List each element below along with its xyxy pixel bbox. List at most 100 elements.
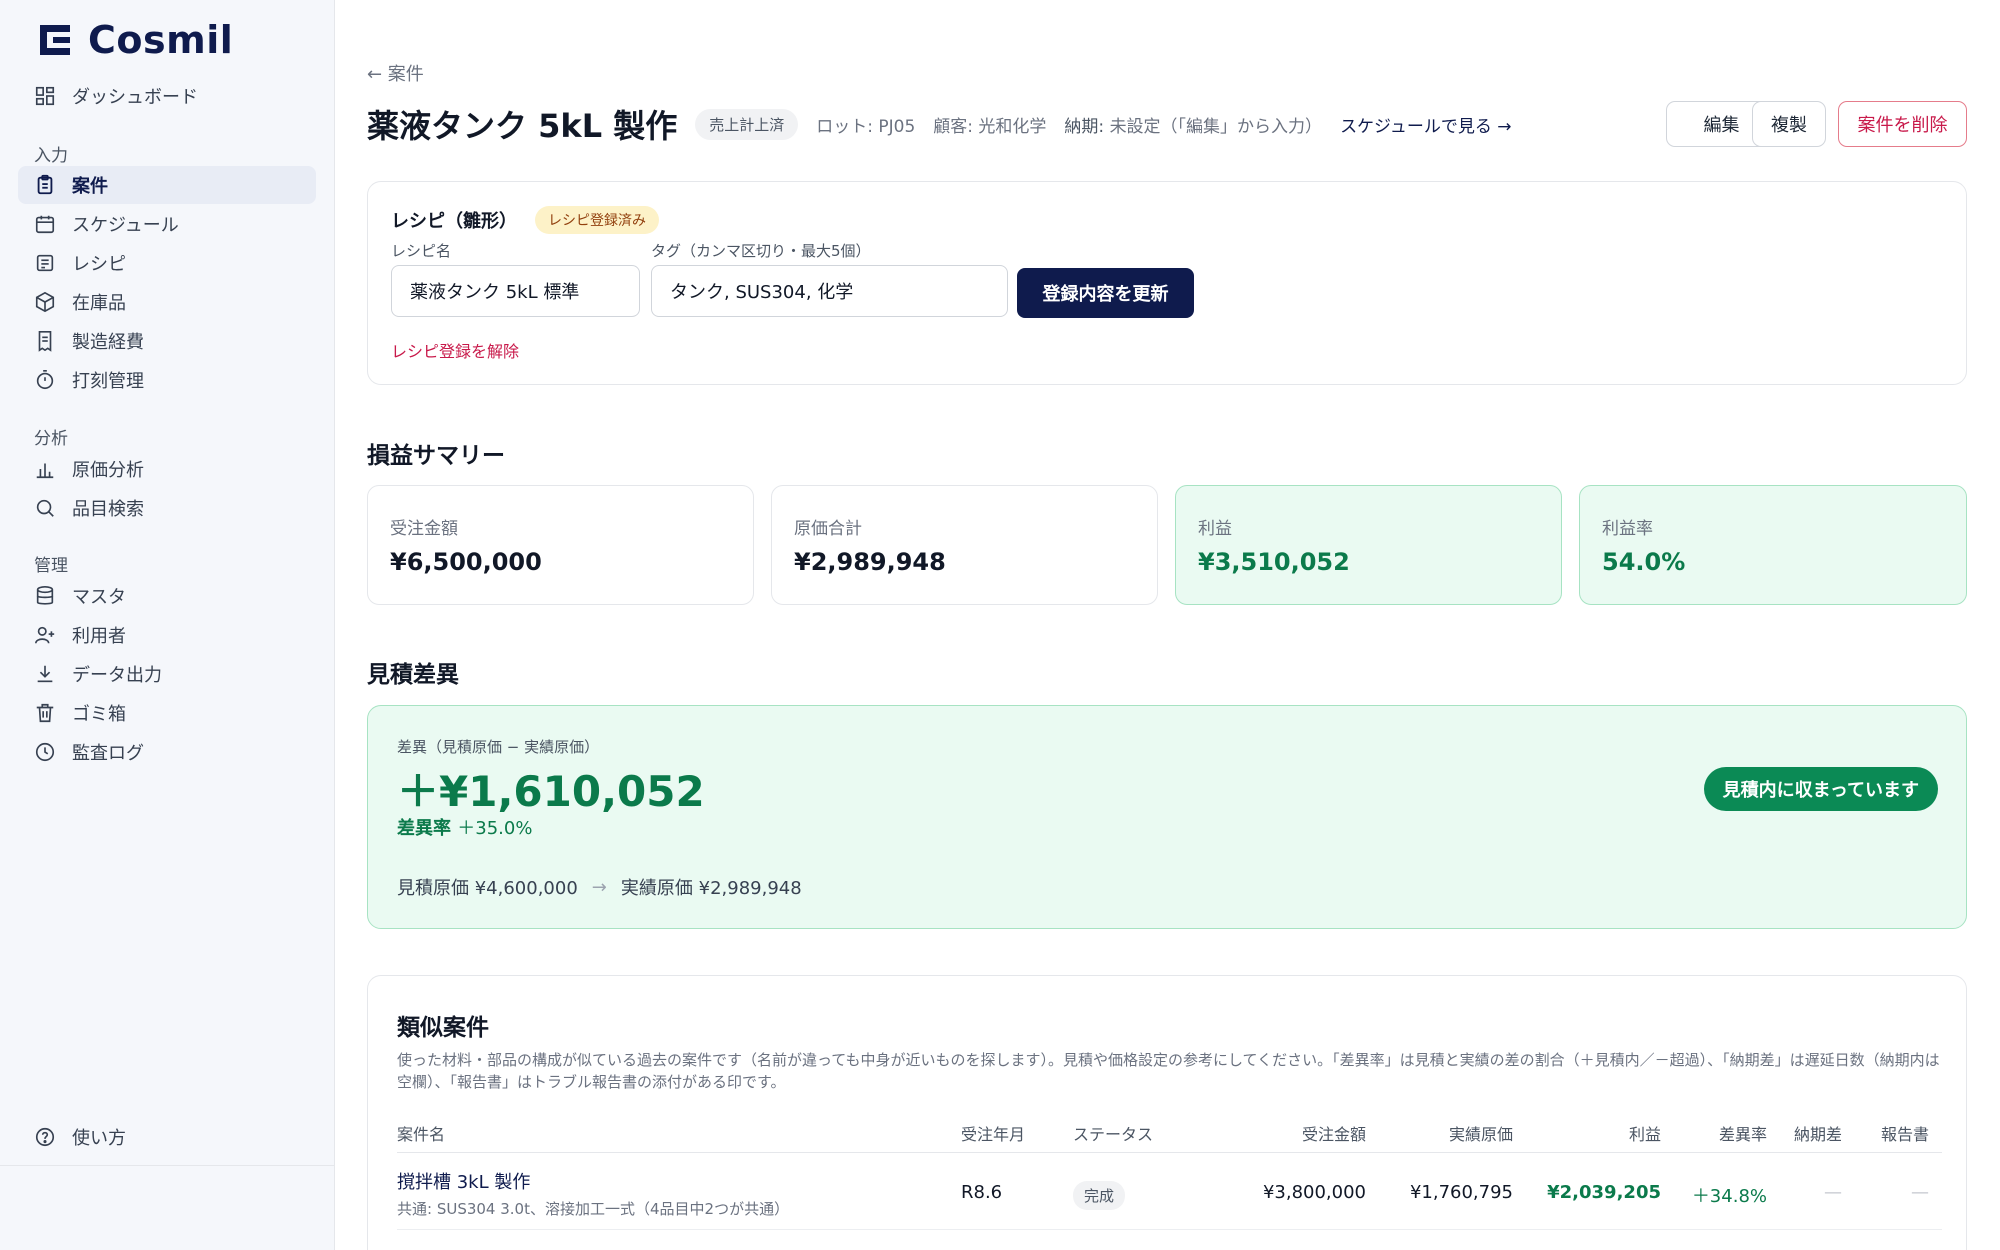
- sidebar-item-item-search[interactable]: 品目検索: [18, 489, 316, 527]
- sidebar: Cosmil ダッシュボード 入力 案件 スケジュール レシピ 在庫品 製造経費…: [0, 0, 335, 1250]
- sidebar-item-timecard[interactable]: 打刻管理: [18, 361, 316, 399]
- sidebar-item-projects[interactable]: 案件: [18, 166, 316, 204]
- bar-chart-icon: [36, 463, 54, 479]
- sidebar-item-expenses[interactable]: 製造経費: [18, 322, 316, 360]
- sidebar-item-schedule[interactable]: スケジュール: [18, 205, 316, 243]
- sidebar-item-help[interactable]: 使い方: [18, 1118, 316, 1156]
- recipe-tags-input[interactable]: タンク, SUS304, 化学: [651, 265, 1008, 317]
- update-recipe-button[interactable]: 登録内容を更新: [1017, 268, 1194, 318]
- kpi-value: ¥2,989,948: [794, 548, 946, 576]
- kpi-order-amount: 受注金額 ¥6,500,000: [367, 485, 754, 605]
- row-status-badge: 完成: [1073, 1181, 1126, 1210]
- customer-name: 顧客: 光和化学: [933, 116, 1047, 137]
- column-header-profit[interactable]: 利益: [1629, 1121, 1661, 1145]
- column-header-rate[interactable]: 差異率: [1719, 1121, 1767, 1145]
- sidebar-item-label: ダッシュボード: [72, 87, 198, 108]
- cosmil-logo-icon: [40, 25, 70, 55]
- sidebar-item-audit-log[interactable]: 監査ログ: [18, 733, 316, 771]
- column-header-amount[interactable]: 受注金額: [1302, 1121, 1366, 1145]
- column-header-status[interactable]: ステータス: [1073, 1121, 1153, 1145]
- recipe-name-label: レシピ名: [391, 242, 452, 260]
- estimate-vs-actual: 見積原価 ¥4,600,000 → 実績原価 ¥2,989,948: [397, 874, 802, 900]
- within-estimate-badge: 見積内に収まっています: [1703, 767, 1938, 811]
- variance-card: 差異（見積原価 − 実績原価） ＋¥1,610,052 差異率 ＋35.0% 見…: [367, 705, 1967, 929]
- recipe-icon: [36, 254, 54, 272]
- row-amount: ¥3,800,000: [1262, 1182, 1366, 1203]
- row-divider: [397, 1229, 1942, 1230]
- recipe-title: レシピ（雛形）: [391, 211, 517, 232]
- kpi-label: 利益率: [1602, 519, 1653, 539]
- sidebar-item-label: 使い方: [72, 1128, 126, 1149]
- variance-rate: 差異率 ＋35.0%: [397, 814, 532, 840]
- sidebar-item-label: マスタ: [72, 587, 126, 608]
- delete-project-button[interactable]: 案件を削除: [1838, 101, 1967, 147]
- lot-number: ロット: PJ05: [816, 116, 916, 137]
- download-icon: [37, 665, 53, 683]
- help-icon: [35, 1127, 55, 1147]
- status-badge: 売上計上済: [695, 108, 799, 140]
- kpi-label: 利益: [1198, 519, 1232, 539]
- column-header-actual[interactable]: 実績原価: [1449, 1121, 1513, 1145]
- similar-projects-title: 類似案件: [397, 1015, 489, 1041]
- view-schedule-link[interactable]: スケジュールで見る →: [1340, 112, 1511, 137]
- arrow-right-icon: →: [591, 876, 607, 898]
- variance-value: ＋¥1,610,052: [397, 767, 705, 816]
- table-header-divider: [397, 1152, 1942, 1153]
- variance-title: 見積差異: [367, 662, 459, 688]
- sidebar-item-data-export[interactable]: データ出力: [18, 655, 316, 693]
- duplicate-button[interactable]: 複製: [1752, 101, 1826, 147]
- dashboard-icon: [35, 86, 55, 106]
- calendar-icon: [35, 215, 55, 234]
- sidebar-item-master[interactable]: マスタ: [18, 577, 316, 615]
- sidebar-item-trash[interactable]: ゴミ箱: [18, 694, 316, 732]
- clock-icon: [35, 742, 55, 762]
- database-icon: [36, 586, 54, 605]
- title-row: 薬液タンク 5kL 製作 売上計上済 ロット: PJ05 顧客: 光和化学 納期…: [367, 102, 1512, 146]
- row-profit: ¥2,039,205: [1547, 1182, 1661, 1203]
- actual-cost: 実績原価 ¥2,989,948: [620, 878, 802, 899]
- similar-projects-card: 類似案件 使った材料・部品の構成が似ている過去の案件です（名前が違っても中身が近…: [367, 975, 1967, 1250]
- sidebar-item-label: 監査ログ: [72, 743, 144, 764]
- column-header-report[interactable]: 報告書: [1881, 1121, 1929, 1145]
- kpi-value: 54.0%: [1602, 548, 1686, 576]
- receipt-icon: [38, 331, 52, 352]
- user-plus-icon: [35, 626, 55, 644]
- back-link[interactable]: ← 案件: [367, 60, 424, 86]
- variance-rate-label: 差異率: [397, 818, 451, 839]
- row-actual-cost: ¥1,760,795: [1409, 1182, 1513, 1203]
- nav-section-admin: 管理: [34, 556, 68, 576]
- sidebar-item-cost-analysis[interactable]: 原価分析: [18, 450, 316, 488]
- column-header-name[interactable]: 案件名: [397, 1121, 445, 1145]
- unregister-recipe-link[interactable]: レシピ登録を解除: [391, 338, 519, 362]
- kpi-value: ¥6,500,000: [390, 548, 542, 576]
- box-icon: [35, 291, 55, 313]
- variance-rate-value: ＋35.0%: [457, 818, 533, 839]
- kpi-value: ¥3,510,052: [1198, 548, 1350, 576]
- sidebar-item-recipe[interactable]: レシピ: [18, 244, 316, 282]
- recipe-registered-badge: レシピ登録済み: [535, 206, 659, 234]
- timer-icon: [36, 370, 54, 390]
- recipe-name-input[interactable]: 薬液タンク 5kL 標準: [391, 265, 640, 317]
- kpi-label: 受注金額: [390, 519, 458, 539]
- column-header-month[interactable]: 受注年月: [961, 1121, 1025, 1145]
- sidebar-item-inventory[interactable]: 在庫品: [18, 283, 316, 321]
- sidebar-item-label: レシピ: [72, 254, 126, 275]
- sidebar-item-dashboard[interactable]: ダッシュボード: [18, 77, 316, 115]
- deadline-value: 未設定（「編集」から入力）: [1109, 116, 1323, 137]
- search-icon: [36, 499, 54, 517]
- row-project-name[interactable]: 撹拌槽 3kL 製作: [397, 1168, 530, 1194]
- sidebar-item-label: 在庫品: [72, 293, 126, 314]
- row-delay: —: [1824, 1182, 1842, 1203]
- recipe-card: レシピ（雛形） レシピ登録済み レシピ名 薬液タンク 5kL 標準 タグ（カンマ…: [367, 181, 1967, 385]
- row-month: R8.6: [961, 1182, 1003, 1203]
- app-logo[interactable]: Cosmil: [38, 18, 233, 62]
- trash-icon: [36, 703, 54, 723]
- sidebar-divider: [0, 1165, 335, 1166]
- column-header-delay[interactable]: 納期差: [1794, 1121, 1842, 1145]
- row-common-items: 共通: SUS304 3.0t、溶接加工一式（4品目中2つが共通）: [397, 1200, 790, 1218]
- sidebar-item-users[interactable]: 利用者: [18, 616, 316, 654]
- nav-section-analysis: 分析: [34, 429, 68, 449]
- sidebar-item-label: 品目検索: [72, 499, 144, 520]
- pl-summary-title: 損益サマリー: [367, 443, 505, 469]
- sidebar-item-label: 製造経費: [72, 332, 144, 353]
